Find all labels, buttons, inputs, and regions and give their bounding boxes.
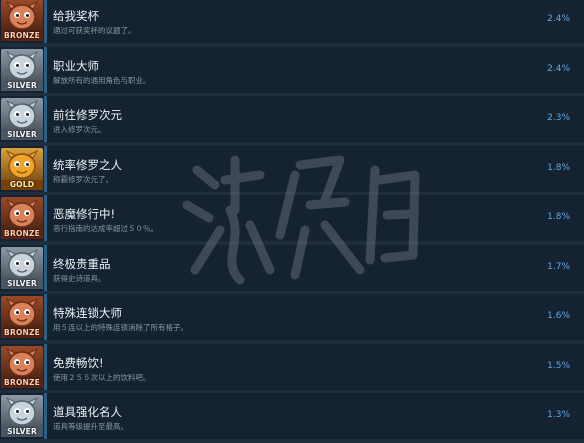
unlock-percentage: 1.8% xyxy=(547,212,570,222)
bronze-trophy-icon: BRONZE xyxy=(1,197,43,239)
silver-trophy-icon: SILVER xyxy=(1,395,43,437)
unlock-percentage: 1.6% xyxy=(547,311,570,321)
achievement-description: 道具等级提升至最高。 xyxy=(53,422,128,431)
unlock-percentage: 1.5% xyxy=(547,360,570,371)
row-accent-divider xyxy=(44,294,47,340)
achievement-row[interactable]: GOLD 统率修罗之人称霸修罗次元了。 1.8% xyxy=(0,145,584,196)
row-accent-divider xyxy=(44,0,47,43)
row-accent-divider xyxy=(44,393,47,439)
gold-trophy-icon: GOLD xyxy=(1,147,43,190)
row-accent-divider xyxy=(44,195,47,241)
unlock-percentage: 1.8% xyxy=(547,162,570,173)
bronze-trophy-icon: BRONZE xyxy=(1,296,43,338)
trophy-tier-label: BRONZE xyxy=(1,377,43,388)
achievement-row[interactable]: BRONZE 特殊连锁大师用５连以上的特殊连锁消除了所有格子。 1.6% xyxy=(0,294,584,344)
achievement-description: 使用２５５次以上的饮料吧。 xyxy=(53,372,151,382)
achievement-row[interactable]: SILVER 职业大师解放所有的通用角色与职业。 2.4% xyxy=(0,46,584,97)
achievement-title: 统率修罗之人 xyxy=(53,157,122,172)
achievement-title: 免费畅饮! xyxy=(53,355,104,370)
achievement-description: 进入修罗次元。 xyxy=(53,125,106,134)
achievement-description: 获得史诗道具。 xyxy=(53,273,106,283)
silver-trophy-icon: SILVER xyxy=(1,48,43,91)
trophy-tier-label: BRONZE xyxy=(1,328,43,338)
trophy-tier-label: BRONZE xyxy=(1,31,43,41)
unlock-percentage: 2.4% xyxy=(547,14,570,24)
achievement-title: 终极贵重品 xyxy=(53,256,111,271)
achievement-row[interactable]: BRONZE 给我奖杯通过可获奖杯的议题了。 2.4% xyxy=(0,0,584,47)
achievement-description: 称霸修罗次元了。 xyxy=(53,174,113,184)
trophy-tier-label: GOLD xyxy=(1,179,43,190)
silver-trophy-icon: SILVER xyxy=(1,98,43,140)
row-accent-divider xyxy=(44,96,47,142)
bronze-trophy-icon: BRONZE xyxy=(1,345,43,388)
trophy-tier-label: SILVER xyxy=(1,427,43,437)
row-accent-divider xyxy=(44,244,47,291)
unlock-percentage: 1.3% xyxy=(547,410,570,420)
achievement-description: 通过可获奖杯的议题了。 xyxy=(53,26,136,35)
achievement-row[interactable]: BRONZE 免费畅饮! 使用２５５次以上的饮料吧。 1.5% xyxy=(0,343,584,394)
trophy-tier-label: SILVER xyxy=(1,130,43,140)
achievement-description: 恶行指南的达成率超过５０％。 xyxy=(53,224,158,233)
bronze-trophy-icon: BRONZE xyxy=(1,0,43,41)
row-accent-divider xyxy=(44,343,47,390)
achievement-description: 解放所有的通用角色与职业。 xyxy=(53,75,151,85)
achievement-title: 特殊连锁大师 xyxy=(53,306,122,320)
row-accent-divider xyxy=(44,145,47,192)
unlock-percentage: 2.3% xyxy=(547,113,570,123)
achievement-row[interactable]: BRONZE 恶魔修行中! 恶行指南的达成率超过５０％。 1.8% xyxy=(0,195,584,245)
achievement-description: 用５连以上的特殊连锁消除了所有格子。 xyxy=(53,323,188,332)
achievement-title: 前往修罗次元 xyxy=(53,108,122,122)
achievement-list: BRONZE 给我奖杯通过可获奖杯的议题了。 2.4% SILVER 职业大师解放所有的… xyxy=(0,0,584,443)
silver-trophy-icon: SILVER xyxy=(1,246,43,289)
achievement-row[interactable]: SILVER 终极贵重品获得史诗道具。 1.7% xyxy=(0,244,584,295)
trophy-tier-label: BRONZE xyxy=(1,229,43,239)
achievement-title: 给我奖杯 xyxy=(53,9,99,23)
trophy-tier-label: SILVER xyxy=(1,80,43,91)
achievement-title: 道具强化名人 xyxy=(53,405,122,419)
unlock-percentage: 2.4% xyxy=(547,63,570,74)
achievement-title: 职业大师 xyxy=(53,58,99,73)
trophy-tier-label: SILVER xyxy=(1,278,43,289)
achievement-row[interactable]: SILVER 道具强化名人道具等级提升至最高。 1.3% xyxy=(0,393,584,443)
unlock-percentage: 1.7% xyxy=(547,261,570,272)
achievement-row[interactable]: SILVER 前往修罗次元进入修罗次元。 2.3% xyxy=(0,96,584,146)
row-accent-divider xyxy=(44,46,47,93)
achievement-title: 恶魔修行中! xyxy=(53,207,116,221)
